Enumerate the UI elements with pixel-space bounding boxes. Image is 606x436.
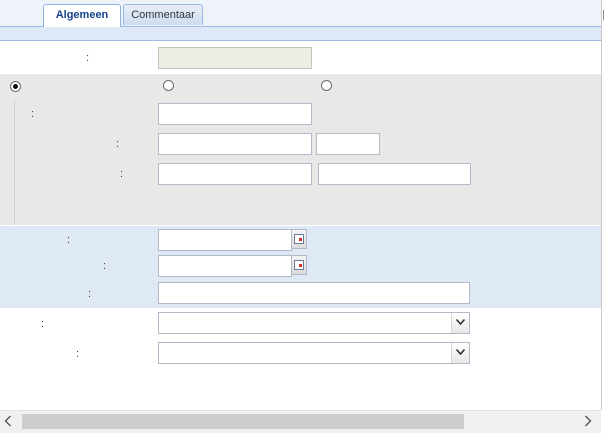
scrollbar-thumb[interactable] (22, 414, 464, 429)
date-field-1[interactable] (158, 229, 292, 251)
chevron-left-icon[interactable] (4, 415, 16, 429)
disabled-field-input (159, 48, 311, 68)
date-field-2[interactable] (158, 255, 292, 277)
date-picker-button-1[interactable] (291, 229, 307, 249)
text-field-4b[interactable] (318, 163, 471, 185)
field-label-colon: : (67, 234, 71, 246)
text-field-3b-input[interactable] (317, 134, 379, 154)
combo-box-2-input[interactable] (159, 343, 449, 363)
field-label-colon: : (76, 348, 80, 360)
section-divider (14, 100, 15, 225)
date-picker-button-2[interactable] (291, 255, 307, 275)
text-field-3a[interactable] (158, 133, 312, 155)
panel-border (601, 0, 602, 410)
field-label-colon: : (86, 52, 90, 64)
field-label-colon: : (31, 108, 35, 120)
combo-trigger-2[interactable] (451, 343, 469, 363)
radio-option-2[interactable] (163, 80, 174, 91)
combo-box-2[interactable] (158, 342, 470, 364)
field-label-colon: : (88, 288, 92, 300)
wide-text-field[interactable] (158, 282, 470, 304)
date-field-2-input[interactable] (159, 256, 291, 276)
chevron-down-icon (456, 349, 465, 355)
disabled-field (158, 47, 312, 69)
field-label-colon: : (41, 318, 45, 330)
field-label-colon: : (120, 168, 124, 180)
text-field-2[interactable] (158, 103, 312, 125)
calendar-icon (294, 234, 304, 244)
chevron-right-icon[interactable] (584, 415, 596, 429)
combo-box-1-input[interactable] (159, 313, 449, 333)
tab-algemeen[interactable]: Algemeen (43, 4, 121, 27)
tab-strip: Algemeen Commentaar (0, 0, 601, 27)
field-label-colon: : (116, 138, 120, 150)
tab-body-header (0, 27, 601, 41)
tab-commentaar[interactable]: Commentaar (123, 4, 203, 25)
horizontal-scrollbar[interactable] (0, 410, 601, 433)
field-label-colon: : (103, 260, 107, 272)
text-field-4b-input[interactable] (319, 164, 470, 184)
text-field-3a-input[interactable] (159, 134, 311, 154)
text-field-2-input[interactable] (159, 104, 311, 124)
radio-option-1[interactable] (10, 81, 21, 92)
text-field-4a-input[interactable] (159, 164, 311, 184)
combo-box-1[interactable] (158, 312, 470, 334)
radio-option-3[interactable] (321, 80, 332, 91)
text-field-4a[interactable] (158, 163, 312, 185)
text-field-3b[interactable] (316, 133, 380, 155)
calendar-icon (294, 260, 304, 270)
combo-trigger-1[interactable] (451, 313, 469, 333)
wide-text-field-input[interactable] (159, 283, 469, 303)
date-field-1-input[interactable] (159, 230, 291, 250)
chevron-down-icon (456, 319, 465, 325)
